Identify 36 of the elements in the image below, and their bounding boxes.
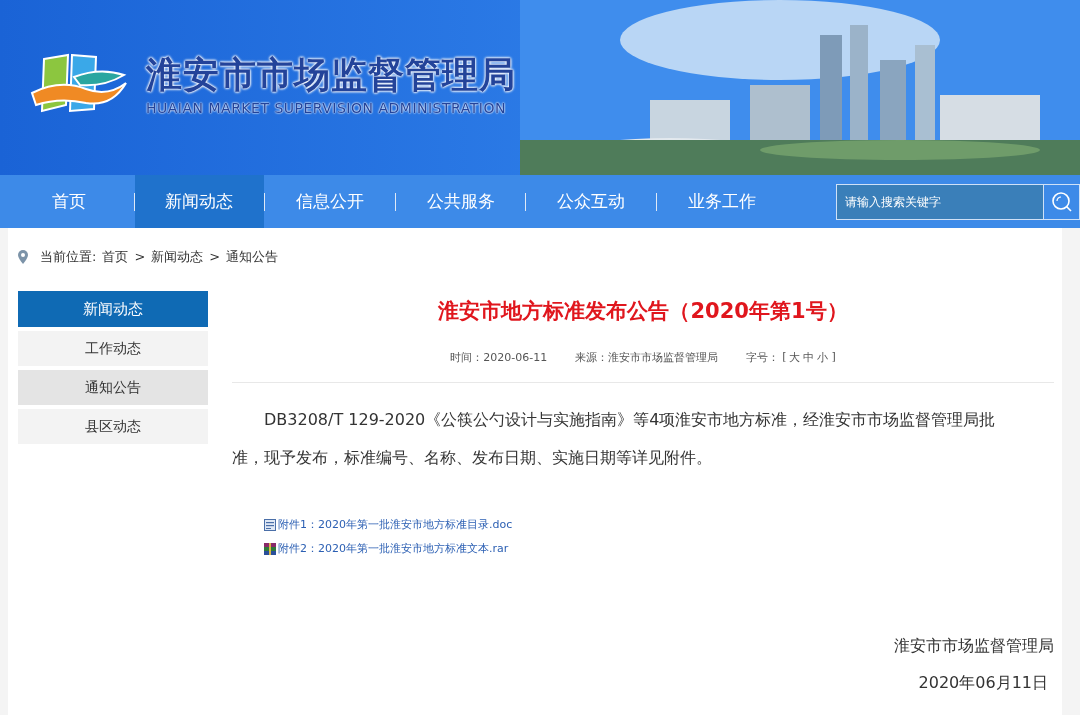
- nav-item[interactable]: 业务工作: [656, 175, 787, 228]
- breadcrumb-link[interactable]: 新闻动态: [151, 247, 204, 266]
- font-size-link[interactable]: 大: [789, 350, 801, 365]
- source-text: 来源：淮安市市场监督管理局: [575, 350, 719, 365]
- bracket: [: [782, 350, 787, 365]
- location-pin-icon: [18, 249, 28, 264]
- signature: 淮安市市场监督管理局: [893, 636, 1054, 657]
- nav-item[interactable]: 公众互动: [526, 175, 656, 228]
- article-body: DB3208/T 129-2020《公筷公勺设计与实施指南》等4项淮安市地方标准，经淮安市市场监督管理局批准，现予发布，标准编号、名称、发布日期、实施日期等详见附件。: [232, 409, 997, 469]
- nav-item[interactable]: 公共服务: [395, 175, 526, 228]
- article-title: 淮安市地方标准发布公告（2020年第1号）: [437, 298, 849, 325]
- archive-icon: [264, 542, 276, 555]
- breadcrumb-separator: >: [209, 249, 221, 264]
- signature-date: 2020年06月11日: [917, 673, 1049, 694]
- publish-time: 时间：2020-06-11: [450, 350, 548, 365]
- attachment-link[interactable]: 附件1：2020年第一批淮安市地方标准目录.doc: [278, 517, 513, 532]
- font-size-label: 字号：: [746, 350, 780, 365]
- nav-item[interactable]: 新闻动态: [134, 175, 265, 228]
- sidebar-item[interactable]: 通知公告: [18, 370, 208, 405]
- font-size-link[interactable]: 中: [803, 350, 815, 365]
- breadcrumb-link[interactable]: 通知公告: [226, 247, 279, 266]
- site-subtitle: HUAIAN MARKET SUPERVISION ADMINISTRATION: [146, 100, 507, 116]
- nav-item[interactable]: 信息公开: [265, 175, 395, 228]
- breadcrumb-label: 当前位置:: [40, 247, 97, 266]
- attachment-link[interactable]: 附件2：2020年第一批淮安市地方标准文本.rar: [278, 541, 509, 556]
- breadcrumb-separator: >: [134, 249, 146, 264]
- font-size-link[interactable]: 小: [817, 350, 829, 365]
- breadcrumb-link[interactable]: 首页: [102, 247, 129, 266]
- site-title: 淮安市市场监督管理局: [146, 53, 516, 97]
- sidebar-item[interactable]: 工作动态: [18, 331, 208, 366]
- logo-icon: [30, 52, 128, 115]
- sidebar-item[interactable]: 县区动态: [18, 409, 208, 444]
- sidebar-title: 新闻动态: [18, 291, 208, 327]
- document-icon: [264, 518, 276, 531]
- bracket: ]: [831, 350, 836, 365]
- nav-item[interactable]: 首页: [4, 175, 134, 228]
